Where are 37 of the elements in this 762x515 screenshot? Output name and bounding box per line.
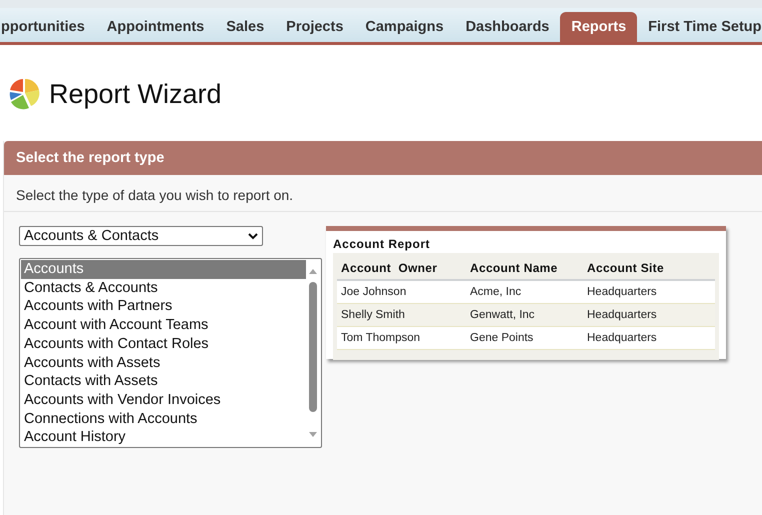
table-cell-text: Headquarters — [587, 286, 658, 298]
nav-tab[interactable]: Reports — [560, 12, 638, 42]
list-item[interactable]: Account with Account Teams — [21, 316, 306, 335]
nav-tab[interactable]: First Time Setup — [637, 12, 762, 42]
list-item[interactable]: Accounts with Vendor Invoices — [21, 390, 306, 410]
column-header: Account Owner — [341, 261, 438, 275]
preview-title: Account Report — [333, 237, 431, 251]
nav-tab[interactable]: Projects — [275, 12, 354, 42]
column-header: Account Site — [587, 261, 665, 275]
list-item[interactable]: Account History — [21, 428, 306, 448]
table-cell-text: Headquarters — [587, 309, 658, 321]
report-type-list[interactable] — [19, 258, 322, 448]
list-item[interactable]: Accounts with Contact Roles — [21, 334, 306, 354]
category-dropdown[interactable]: Accounts & Contacts — [19, 226, 263, 246]
list-item[interactable]: Contacts & Accounts — [21, 278, 306, 298]
list-item[interactable]: Contacts with Assets — [21, 372, 306, 391]
page-title: Report Wizard — [49, 78, 222, 110]
list-item[interactable]: Accounts — [21, 260, 306, 279]
instruction-text: Select the type of data you wish to report on. — [4, 175, 762, 212]
nav-tab[interactable]: Sales — [215, 12, 276, 42]
list-item[interactable]: Accounts with Partners — [21, 297, 306, 316]
caret-icon — [248, 232, 258, 240]
nav-tab[interactable]: Dashboards — [454, 12, 560, 42]
table-cell-text: Acme, Inc — [470, 286, 522, 298]
nav-tab[interactable]: pportunities — [0, 12, 96, 42]
column-header: Account Name — [470, 261, 559, 275]
nav-tab[interactable]: Campaigns — [354, 12, 455, 42]
table-cell-text: Gene Points — [470, 332, 534, 344]
table-cell-text: Tom Thompson — [341, 332, 422, 344]
table-cell-text: Genwatt, Inc — [470, 309, 536, 321]
table-cell-text: Headquarters — [587, 332, 658, 344]
table-cell-text: Joe Johnson — [341, 286, 408, 298]
section-header: Select the report type — [4, 141, 762, 175]
list-item[interactable]: Connections with Accounts — [21, 410, 306, 428]
nav-tab[interactable]: Appointments — [96, 12, 216, 42]
list-item[interactable]: Accounts with Assets — [21, 354, 306, 372]
table-cell-text: Shelly Smith — [341, 309, 406, 321]
